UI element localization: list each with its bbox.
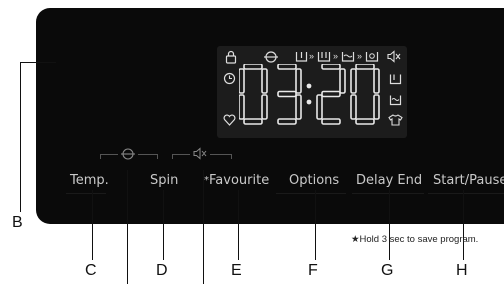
callout-e: E bbox=[231, 262, 242, 279]
mute-icon-small bbox=[193, 147, 207, 160]
segment-2-e bbox=[316, 94, 323, 120]
callout-temp-indicator-leader bbox=[127, 170, 128, 284]
prewash-icon bbox=[295, 50, 308, 63]
segment-3-b bbox=[373, 68, 380, 94]
segment-1-b bbox=[295, 68, 302, 94]
segment-0-e bbox=[238, 94, 245, 120]
start-pause-underline bbox=[428, 193, 504, 194]
callout-d-leader bbox=[163, 190, 164, 260]
segment-0-a bbox=[243, 63, 263, 70]
wash-tub-icon bbox=[389, 73, 402, 85]
colon-dot-0 bbox=[306, 83, 312, 89]
segment-3-a bbox=[355, 63, 375, 70]
segment-0-f bbox=[238, 68, 245, 94]
heart-icon bbox=[223, 114, 236, 126]
callout-b-leader-h bbox=[20, 62, 56, 63]
callout-c-leader bbox=[92, 190, 93, 260]
callout-b-leader-v bbox=[20, 62, 21, 212]
mute-indicator-tick-left bbox=[172, 154, 173, 159]
segment-1-c bbox=[295, 94, 302, 120]
segment-2-b bbox=[339, 68, 346, 94]
callout-d: D bbox=[156, 262, 168, 279]
control-panel: » » » Temp. Spin *Favourite Options Dela… bbox=[36, 8, 504, 224]
hold-note: ★Hold 3 sec to save program. bbox=[351, 234, 479, 245]
segment-2-d bbox=[321, 118, 341, 125]
temp-indicator-line-right bbox=[138, 154, 158, 155]
rinse-tub-icon bbox=[389, 94, 402, 106]
segment-3-d bbox=[355, 118, 375, 125]
callout-h: H bbox=[456, 262, 468, 279]
delay-end-button[interactable]: Delay End bbox=[356, 173, 422, 188]
callout-f: F bbox=[308, 262, 318, 279]
callout-g: G bbox=[381, 262, 394, 279]
colon-dot-1 bbox=[306, 99, 312, 105]
temp-indicator-tick-right bbox=[157, 154, 158, 159]
segment-1-d bbox=[277, 118, 297, 125]
callout-f-leader bbox=[315, 190, 316, 260]
callout-h-leader bbox=[463, 190, 464, 260]
callout-g-leader bbox=[389, 190, 390, 260]
drum-icon bbox=[263, 50, 279, 64]
favourite-label: Favourite bbox=[209, 173, 270, 188]
time-display bbox=[238, 63, 381, 133]
segment-1-g bbox=[277, 90, 297, 98]
favourite-button[interactable]: *Favourite bbox=[204, 173, 269, 188]
temp-button[interactable]: Temp. bbox=[70, 173, 109, 188]
mute-icon bbox=[387, 50, 401, 63]
segment-0-d bbox=[243, 118, 263, 125]
segment-0-c bbox=[261, 94, 268, 120]
rinse-icon bbox=[341, 50, 355, 63]
shirt-icon bbox=[388, 114, 403, 126]
arrow-icon: » bbox=[357, 51, 363, 61]
mute-indicator-line-left bbox=[172, 154, 190, 155]
start-pause-button[interactable]: Start/Pause bbox=[433, 173, 504, 188]
segment-2-g bbox=[321, 90, 341, 98]
temp-indicator-tick-left bbox=[100, 154, 101, 159]
mute-indicator-tick-right bbox=[231, 154, 232, 159]
delay-end-underline bbox=[352, 193, 424, 194]
segment-3-c bbox=[373, 94, 380, 120]
mute-indicator-line-right bbox=[210, 154, 232, 155]
segment-3-e bbox=[350, 94, 357, 120]
segment-1-a bbox=[277, 63, 297, 70]
lcd-display: » » » bbox=[217, 46, 407, 138]
callout-e-leader bbox=[238, 190, 239, 260]
options-button[interactable]: Options bbox=[289, 173, 339, 188]
segment-2-a bbox=[321, 63, 341, 70]
drum-icon-small bbox=[120, 147, 136, 161]
temp-underline bbox=[66, 193, 106, 194]
callout-mute-indicator-leader bbox=[203, 170, 204, 284]
lock-icon bbox=[225, 50, 237, 64]
segment-3-f bbox=[350, 68, 357, 94]
temp-indicator-line-left bbox=[100, 154, 118, 155]
options-underline bbox=[276, 193, 346, 194]
arrow-icon: » bbox=[309, 51, 315, 61]
callout-c: C bbox=[85, 262, 97, 279]
wash-icon bbox=[317, 50, 331, 63]
callout-b: B bbox=[12, 214, 23, 231]
segment-0-b bbox=[261, 68, 268, 94]
clock-icon bbox=[223, 72, 236, 85]
spin-button[interactable]: Spin bbox=[150, 173, 178, 188]
spin-stage-icon bbox=[365, 50, 379, 63]
arrow-icon: » bbox=[333, 51, 339, 61]
